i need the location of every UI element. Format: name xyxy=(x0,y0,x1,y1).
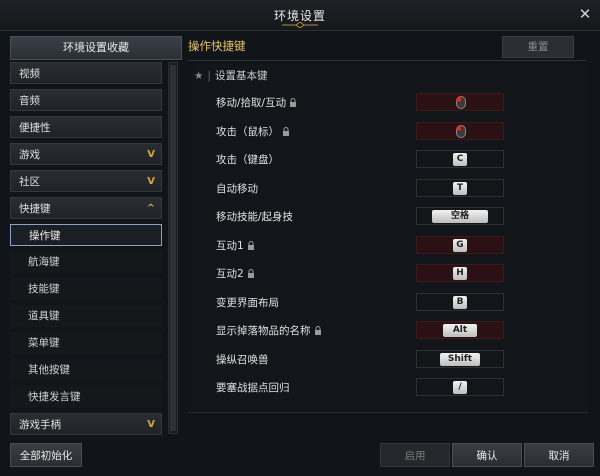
lock-icon xyxy=(314,326,322,335)
keybind-slot[interactable]: / xyxy=(416,378,504,396)
page-title: 操作快捷键 xyxy=(188,39,246,53)
key-cap: B xyxy=(453,295,467,309)
keybind-slot[interactable]: Shift xyxy=(416,349,504,368)
keybind-label-text: 互动1 xyxy=(216,239,244,252)
favorites-button[interactable]: 环境设置收藏 xyxy=(10,36,182,60)
divider xyxy=(188,412,588,413)
ornament-icon xyxy=(282,22,318,28)
keybind-label-text: 显示掉落物品的名称 xyxy=(216,325,311,337)
title-bar: 环境设置 ✕ xyxy=(0,0,600,31)
sidebar-item[interactable]: 快捷键 ^ xyxy=(10,197,162,219)
keybind-slot[interactable]: C xyxy=(416,150,504,168)
sidebar-item-label: 便捷性 xyxy=(19,122,51,134)
sidebar-subitem[interactable]: 航海键 xyxy=(10,251,162,273)
keybind-slot: H xyxy=(416,264,504,282)
key-cap: Shift xyxy=(440,352,480,366)
sidebar-item-label: 游戏 xyxy=(19,149,40,161)
close-icon[interactable]: ✕ xyxy=(576,5,594,23)
key-cap: 空格 xyxy=(432,210,488,223)
sidebar-item[interactable]: 游戏 V xyxy=(10,143,162,165)
ok-button[interactable]: 确认 xyxy=(452,443,522,467)
chevron-down-icon[interactable]: V xyxy=(147,144,155,166)
divider xyxy=(188,60,586,61)
keybind-label-text: 变更界面布局 xyxy=(216,296,279,309)
sidebar-item-label: 音频 xyxy=(19,95,40,107)
key-cap: H xyxy=(453,267,467,280)
chevron-down-icon[interactable]: V xyxy=(147,171,155,193)
sidebar-item[interactable]: 音频 xyxy=(10,89,162,111)
chevron-down-icon[interactable]: V xyxy=(147,414,155,436)
keybind-label: 攻击（键盘） xyxy=(216,152,279,167)
mouse-icon xyxy=(456,96,466,109)
sidebar-scrollbar[interactable] xyxy=(168,62,178,434)
cancel-button[interactable]: 取消 xyxy=(524,443,594,467)
keybind-label-text: 操纵召唤兽 xyxy=(216,353,269,366)
keybind-slot: G xyxy=(416,235,504,254)
section-header: ★ | 设置基本键 xyxy=(194,70,268,82)
sidebar-item-label: 社区 xyxy=(19,176,40,188)
key-cap: T xyxy=(453,181,467,195)
section-title: 设置基本键 xyxy=(214,70,268,82)
keybind-label-text: 攻击（键盘） xyxy=(216,154,279,166)
key-cap: C xyxy=(453,153,467,166)
sidebar-item-label: 视频 xyxy=(19,68,40,80)
keybind-label-text: 移动/拾取/互动 xyxy=(216,97,287,109)
lock-icon xyxy=(289,98,297,107)
keybind-label: 操纵召唤兽 xyxy=(216,352,269,367)
keybind-label: 移动技能/起身技 xyxy=(216,209,293,224)
keybind-slot[interactable]: T xyxy=(416,178,504,197)
sidebar-item[interactable]: 便捷性 xyxy=(10,116,162,138)
sidebar-subitem[interactable]: 菜单键 xyxy=(10,332,162,354)
reset-all-button[interactable]: 全部初始化 xyxy=(10,443,82,467)
sidebar-item[interactable]: 游戏手柄 V xyxy=(10,413,162,435)
keybind-slot[interactable]: 空格 xyxy=(416,207,504,225)
sidebar-subitem[interactable]: 技能键 xyxy=(10,278,162,300)
key-cap: / xyxy=(453,381,467,394)
keybind-label-text: 移动技能/起身技 xyxy=(216,211,294,223)
keybind-label-text: 互动2 xyxy=(216,268,244,280)
sidebar-subitem[interactable]: 操作键 xyxy=(10,224,162,246)
reset-button[interactable]: 重置 xyxy=(502,36,574,58)
sidebar: 环境设置收藏 视频音频便捷性游戏 V 社区 V 快捷键 ^ 操作键航海键技能键道具键菜单键其… xyxy=(10,36,182,436)
chevron-up-icon[interactable]: ^ xyxy=(147,198,155,220)
keybind-label: 互动1 xyxy=(216,238,255,253)
sidebar-item[interactable]: 社区 V xyxy=(10,170,162,192)
keybind-label: 攻击（鼠标） xyxy=(216,124,290,139)
sidebar-scroll-thumb[interactable] xyxy=(170,65,176,431)
sidebar-subitem[interactable]: 道具键 xyxy=(10,305,162,327)
keybind-label-text: 要塞战据点回归 xyxy=(216,382,290,394)
sidebar-subitem[interactable]: 快捷发言键 xyxy=(10,386,162,408)
sidebar-item[interactable]: 视频 xyxy=(10,62,162,84)
sidebar-subitem[interactable]: 其他按键 xyxy=(10,359,162,381)
sidebar-item-label: 游戏手柄 xyxy=(19,419,61,431)
lock-icon xyxy=(247,269,255,278)
mouse-icon xyxy=(456,124,466,138)
keybind-slot: Alt xyxy=(416,321,504,339)
lock-icon xyxy=(282,126,290,136)
keybind-label: 变更界面布局 xyxy=(216,295,279,310)
keybind-label: 显示掉落物品的名称 xyxy=(216,323,322,338)
apply-button[interactable]: 启用 xyxy=(380,443,450,467)
lock-icon xyxy=(247,240,255,250)
keybind-label: 自动移动 xyxy=(216,181,258,196)
keybind-label-text: 攻击（鼠标） xyxy=(216,125,279,138)
sidebar-item-label: 快捷键 xyxy=(19,203,51,215)
star-icon[interactable]: ★ xyxy=(194,70,203,82)
keybind-label: 移动/拾取/互动 xyxy=(216,95,297,110)
keybind-label: 要塞战据点回归 xyxy=(216,380,290,395)
key-cap: Alt xyxy=(443,324,477,337)
keybind-label-text: 自动移动 xyxy=(216,182,258,195)
keybind-slot xyxy=(416,93,504,111)
keybind-slot[interactable]: B xyxy=(416,292,504,311)
key-cap: G xyxy=(453,238,467,252)
keybind-slot xyxy=(416,121,504,140)
keybind-label: 互动2 xyxy=(216,266,255,281)
settings-window: 环境设置 ✕ 环境设置收藏 视频音频便捷性游戏 V 社区 V 快捷键 ^ 操作键航海键技能键… xyxy=(0,0,600,476)
main-panel: 操作快捷键 重置 ★ | 设置基本键 移动/拾取/互动 攻击（鼠标） 攻击（键盘） C 自动… xyxy=(188,36,588,436)
